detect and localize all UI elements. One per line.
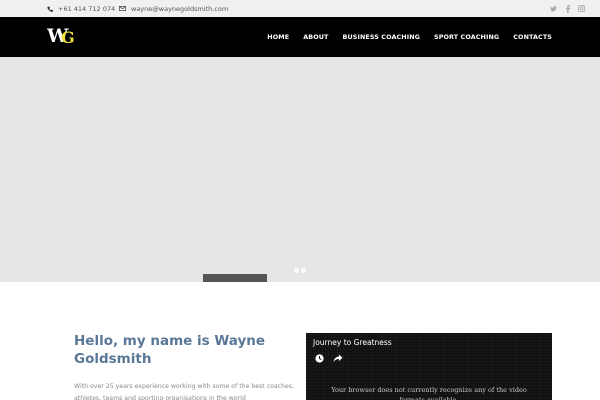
nav-contacts[interactable]: CONTACTS [513,33,552,41]
intro-paragraph: With over 25 years experience working wi… [74,383,294,400]
video-player[interactable]: Journey to Greatness Your browser does n… [306,333,552,400]
phone-icon [47,6,53,12]
email-address: wayne@waynegoldsmith.com [131,4,229,13]
nav-business-coaching[interactable]: BUSINESS COACHING [343,33,421,41]
watch-later-icon[interactable] [315,354,324,363]
slider-dots [294,268,306,273]
page: +61 414 712 074 wayne@waynegoldsmith.com [0,0,600,400]
nav-home[interactable]: HOME [267,33,289,41]
logo-letter-g: G [61,28,75,47]
envelope-icon [119,6,126,11]
slider-caption-bar [203,274,267,282]
hero-slider [0,57,600,282]
intro-heading: Hello, my name is Wayne Goldsmith [74,333,266,367]
nav-about[interactable]: ABOUT [303,33,328,41]
slider-dot[interactable] [294,268,299,273]
video-unsupported-message: Your browser does not currently recogniz… [331,386,527,400]
nav-sport-coaching[interactable]: SPORT COACHING [434,33,499,41]
main-nav: HOME ABOUT BUSINESS COACHING SPORT COACH… [267,17,552,57]
email-contact[interactable]: wayne@waynegoldsmith.com [119,0,228,17]
video-title[interactable]: Journey to Greatness [313,338,392,347]
twitter-icon[interactable] [550,4,557,13]
social-links [550,0,585,17]
instagram-icon[interactable] [578,4,585,13]
top-bar: +61 414 712 074 wayne@waynegoldsmith.com [0,0,600,17]
phone-contact[interactable]: +61 414 712 074 [47,0,115,17]
share-icon[interactable] [333,354,343,363]
slider-dot[interactable] [301,268,306,273]
site-logo[interactable]: W G [46,25,83,47]
facebook-icon[interactable] [564,4,571,13]
site-header: W G HOME ABOUT BUSINESS COACHING SPORT C… [0,17,600,57]
phone-number: +61 414 712 074 [58,4,116,13]
